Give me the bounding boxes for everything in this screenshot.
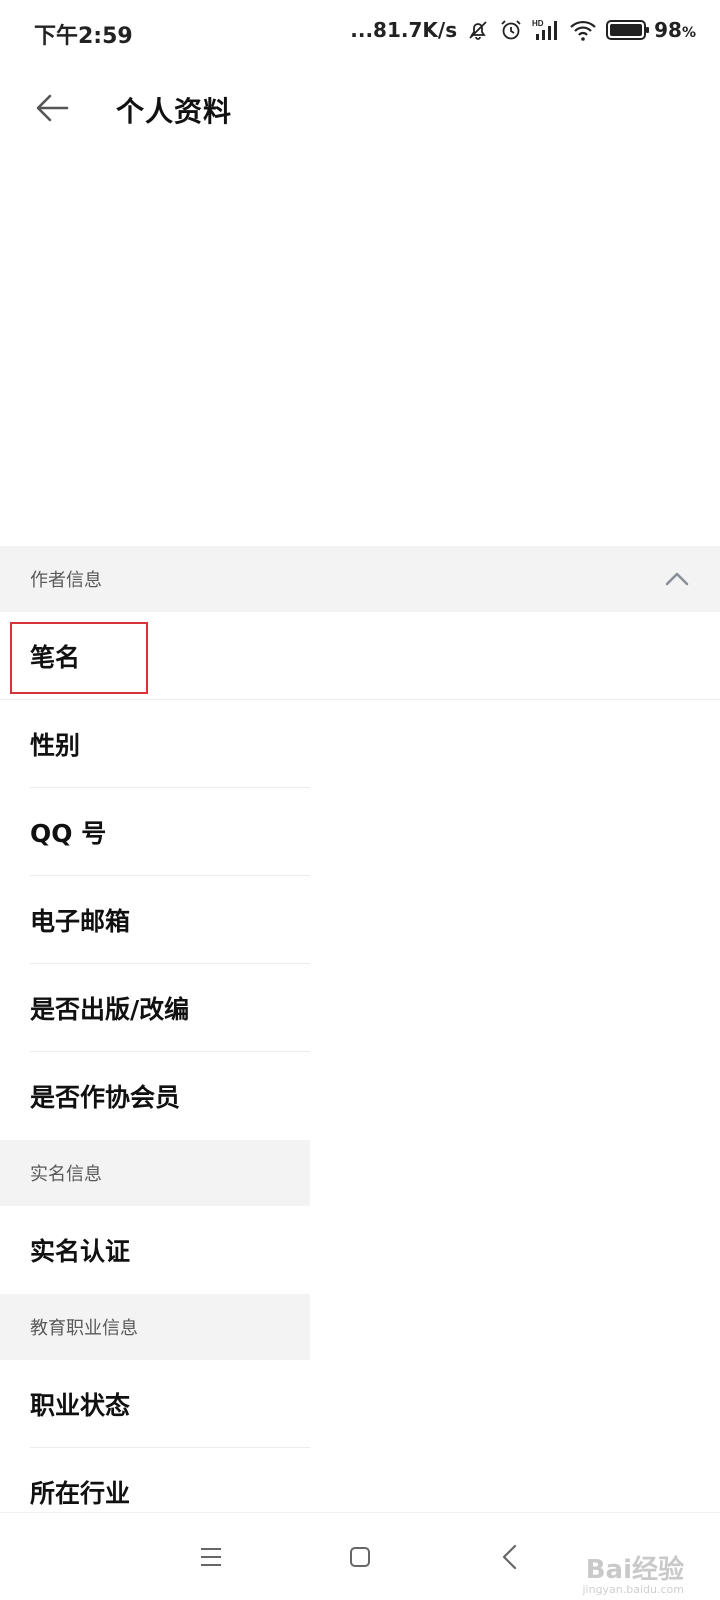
status-time: 下午2:59 — [34, 24, 133, 49]
app-header: 个人资料 — [0, 64, 720, 152]
battery-percent: 98 — [654, 18, 682, 42]
section-title: 作者信息 — [30, 570, 102, 591]
status-bar: 下午2:59 ...81.7K/s HD 98% — [0, 0, 720, 64]
section-title: 实名信息 — [30, 1164, 102, 1185]
list-item-career-status[interactable]: 职业状态 — [0, 1360, 720, 1448]
watermark-url: jingyan.baidu.com — [582, 1583, 684, 1596]
status-icons: ...81.7K/s HD 98% — [350, 18, 696, 42]
page-title: 个人资料 — [116, 95, 233, 128]
list-item-association-member[interactable]: 是否作协会员 — [0, 1052, 720, 1140]
item-label: 所在行业 — [30, 1479, 131, 1508]
back-chevron-icon — [502, 1544, 517, 1570]
menu-button[interactable] — [191, 1537, 231, 1577]
item-label: 是否出版/改编 — [30, 995, 190, 1024]
section-header-author[interactable]: 作者信息 — [0, 546, 720, 612]
chevron-up-icon[interactable] — [664, 566, 690, 592]
home-icon — [350, 1547, 370, 1567]
blank-area — [0, 152, 720, 546]
list-item-email[interactable]: 电子邮箱 — [0, 876, 720, 964]
nav-back-button[interactable] — [490, 1537, 530, 1577]
battery-unit: % — [681, 25, 696, 41]
menu-icon — [201, 1548, 221, 1566]
profile-content: 作者信息 笔名 性别 QQ 号 电子邮箱 是否出版/改编 是否作协会员 实名信息… — [0, 152, 720, 1536]
item-label: 是否作协会员 — [30, 1083, 181, 1112]
list-item-published[interactable]: 是否出版/改编 — [0, 964, 720, 1052]
section-title: 教育职业信息 — [30, 1318, 138, 1339]
highlight-box — [10, 622, 148, 694]
section-header-realname: 实名信息 — [0, 1140, 310, 1206]
list-item-gender[interactable]: 性别 — [0, 700, 720, 788]
item-label: 性别 — [30, 731, 81, 760]
watermark-logo: Bai经验 — [585, 1555, 684, 1585]
list-item-qq[interactable]: QQ 号 — [0, 788, 720, 876]
item-label: 电子邮箱 — [30, 907, 131, 936]
svg-text:HD: HD — [532, 19, 544, 28]
arrow-left-icon — [36, 94, 69, 122]
list-item-realname-verify[interactable]: 实名认证 — [0, 1206, 720, 1294]
network-speed: ...81.7K/s — [350, 18, 458, 42]
system-nav-bar: Bai经验 jingyan.baidu.com — [0, 1512, 720, 1600]
battery-icon — [606, 20, 650, 40]
item-label: 实名认证 — [30, 1237, 131, 1266]
item-label: 职业状态 — [30, 1391, 131, 1420]
wifi-icon — [569, 18, 597, 42]
hd-signal-icon: HD — [532, 18, 560, 42]
home-button[interactable] — [340, 1537, 380, 1577]
alarm-icon — [499, 18, 523, 42]
mute-bell-icon — [466, 18, 490, 42]
battery-indicator: 98% — [606, 18, 696, 42]
item-label: QQ 号 — [30, 819, 107, 848]
list-item-pen-name[interactable]: 笔名 — [0, 612, 720, 700]
back-button[interactable] — [30, 86, 74, 130]
section-header-education: 教育职业信息 — [0, 1294, 310, 1360]
